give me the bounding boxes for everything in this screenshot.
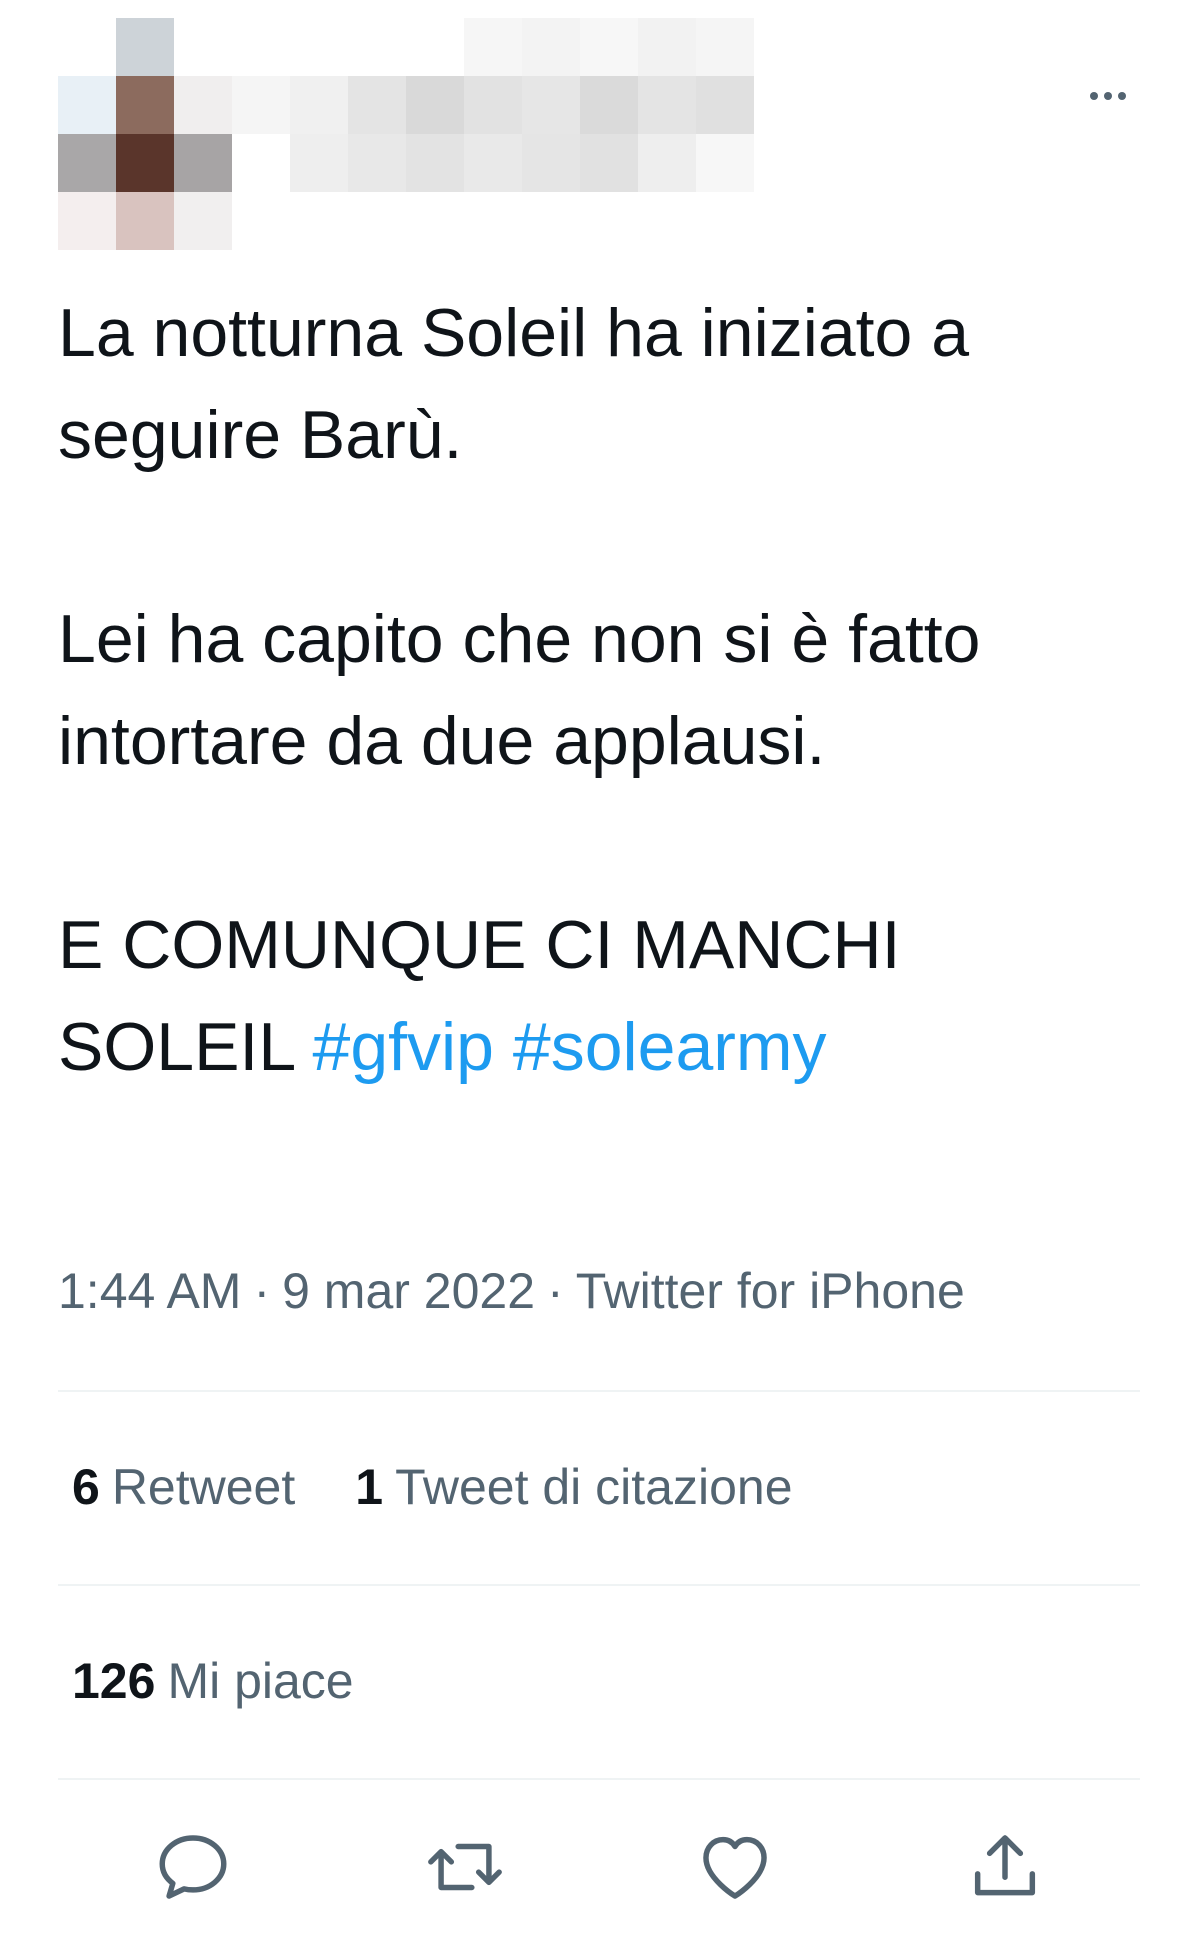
divider <box>58 1390 1140 1392</box>
tweet-date[interactable]: 9 mar 2022 <box>282 1263 535 1319</box>
divider <box>58 1584 1140 1586</box>
hashtag-link[interactable]: #solearmy <box>513 1009 827 1085</box>
share-icon <box>974 1835 1036 1896</box>
action-bar <box>58 1812 1140 1922</box>
separator: · <box>253 1263 271 1319</box>
retweet-label: Retweet <box>111 1459 296 1515</box>
likes-row: 126 Mi piace <box>72 1652 354 1710</box>
reply-button[interactable] <box>138 1812 248 1922</box>
retweet-icon <box>428 1843 502 1891</box>
tweet-time[interactable]: 1:44 AM <box>58 1263 241 1319</box>
stats-row: 6 Retweet 1 Tweet di citazione <box>72 1458 793 1516</box>
more-options-icon[interactable] <box>1078 76 1138 116</box>
quote-label: Tweet di citazione <box>395 1459 793 1515</box>
retweet-button[interactable] <box>410 1812 520 1922</box>
quote-stat[interactable]: 1 Tweet di citazione <box>355 1459 792 1515</box>
tweet-meta: 1:44 AM · 9 mar 2022 · Twitter for iPhone <box>58 1262 965 1320</box>
tweet-paragraph: E COMUNQUE CI MANCHI SOLEIL #gfvip #sole… <box>58 894 1138 1098</box>
divider <box>58 1778 1140 1780</box>
retweet-count: 6 <box>72 1459 100 1515</box>
like-label: Mi piace <box>167 1653 354 1709</box>
like-count: 126 <box>72 1653 156 1709</box>
tweet-paragraph: La notturna Soleil ha iniziato a seguire… <box>58 295 970 473</box>
quote-count: 1 <box>355 1459 384 1515</box>
tweet-source[interactable]: Twitter for iPhone <box>576 1263 965 1319</box>
tweet-paragraph: Lei ha capito che non si è fatto intorta… <box>58 601 981 779</box>
heart-icon <box>703 1836 767 1899</box>
tweet-header <box>58 18 1138 258</box>
share-button[interactable] <box>950 1812 1060 1922</box>
retweet-stat[interactable]: 6 Retweet <box>72 1459 295 1515</box>
like-button[interactable] <box>680 1812 790 1922</box>
separator: · <box>547 1263 564 1319</box>
tweet-text: La notturna Soleil ha iniziato a seguire… <box>58 282 1138 1098</box>
tweet-card: La notturna Soleil ha iniziato a seguire… <box>0 0 1200 1954</box>
hashtag-link[interactable]: #gfvip <box>313 1009 494 1085</box>
reply-icon <box>159 1835 227 1899</box>
like-stat[interactable]: 126 Mi piace <box>72 1653 354 1709</box>
